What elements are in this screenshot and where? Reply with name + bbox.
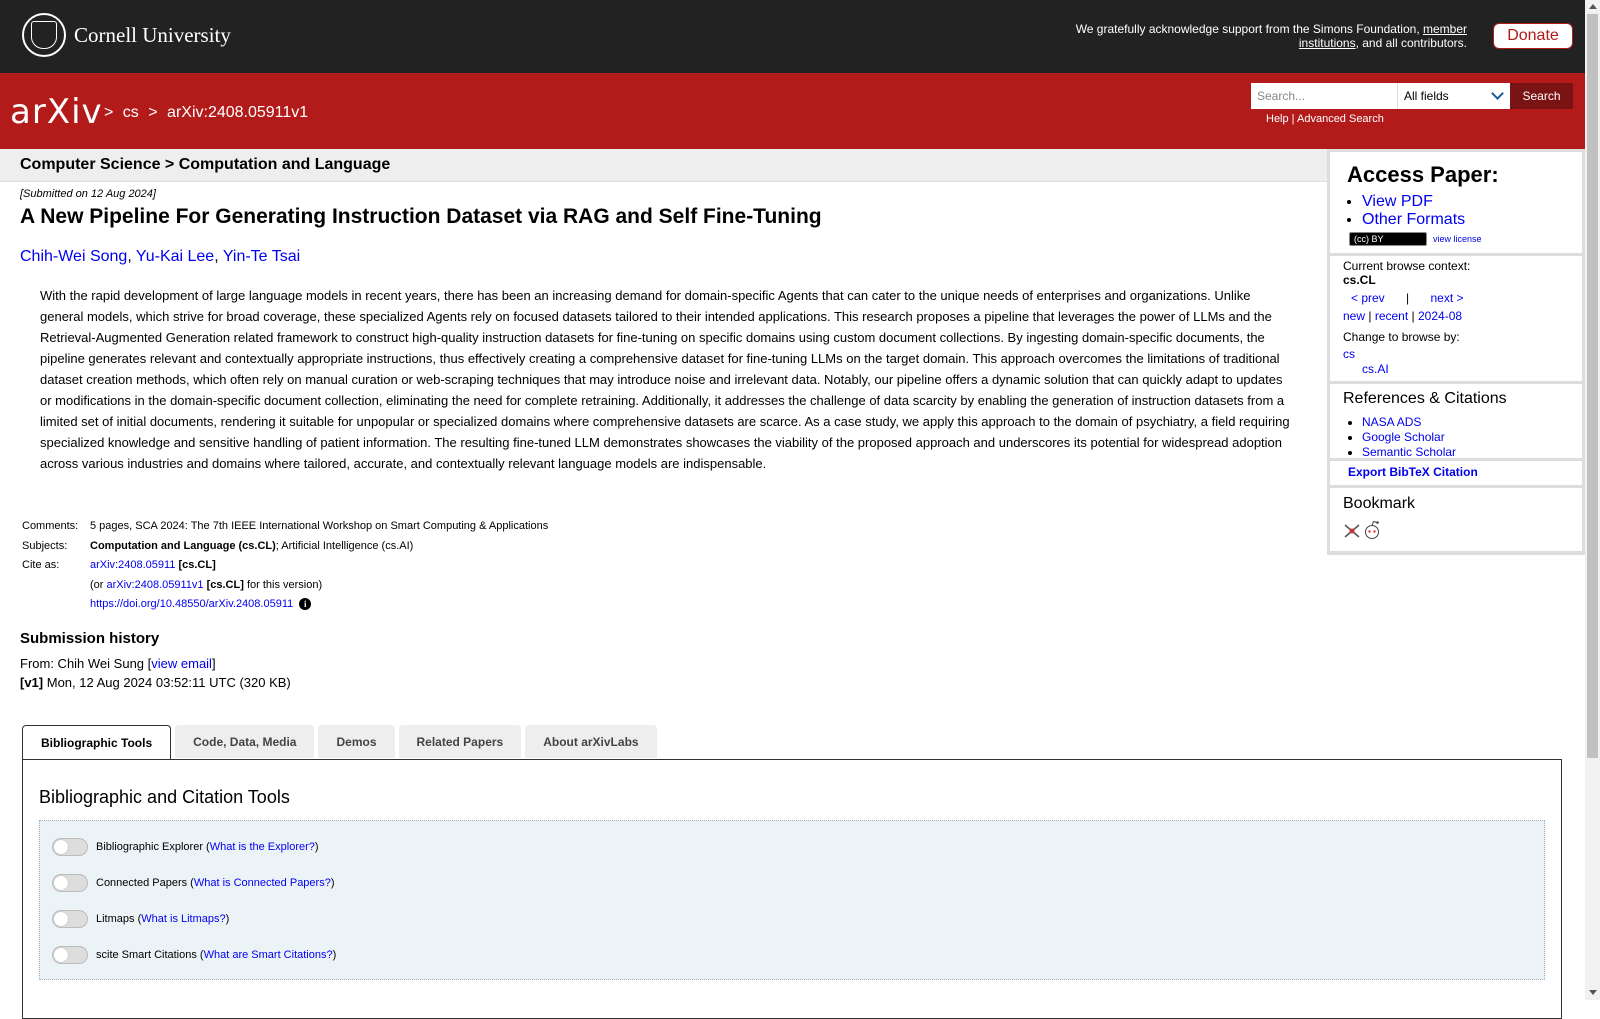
recent-link[interactable]: recent [1375, 309, 1408, 323]
arxiv-logo[interactable]: arXiv [10, 92, 103, 132]
browse-context: cs.CL [1343, 273, 1376, 287]
cite-link[interactable]: arXiv:2408.05911 [90, 559, 175, 571]
author-link[interactable]: Yu-Kai Lee [136, 248, 214, 265]
category-header: Computer Science > Computation and Langu… [0, 149, 1327, 182]
new-link[interactable]: new [1343, 309, 1365, 323]
bibliographic-explorer-toggle[interactable] [52, 838, 88, 856]
other-formats-link[interactable]: Other Formats [1362, 211, 1465, 228]
submission-history: From: Chih Wei Sung [view email] [v1] Mo… [20, 656, 291, 690]
tool-info-link[interactable]: What is the Explorer? [210, 841, 315, 853]
tool-list: Bibliographic Explorer (What is the Expl… [39, 820, 1545, 980]
donate-button[interactable]: Donate [1493, 23, 1573, 49]
search-field-select[interactable]: All fields [1397, 83, 1510, 109]
author-list: Chih-Wei Song, Yu-Kai Lee, Yin-Te Tsai [20, 248, 301, 265]
acknowledgement: We gratefully acknowledge support from t… [1075, 22, 1467, 50]
comments-label: Comments: [22, 520, 79, 532]
refs-list: NASA ADS Google Scholar Semantic Scholar [1362, 415, 1456, 460]
subjects-value: Computation and Language (cs.CL); Artifi… [90, 539, 414, 552]
bookmark-box: Bookmark [1330, 488, 1582, 551]
view-license-link[interactable]: view license [1433, 234, 1482, 244]
cornell-logo[interactable]: Cornell University [22, 13, 231, 57]
help-links: Help | Advanced Search [1266, 113, 1384, 125]
tool-row: scite Smart Citations (What are Smart Ci… [52, 946, 336, 964]
tab-code-data-media[interactable]: Code, Data, Media [175, 725, 315, 758]
author-link[interactable]: Chih-Wei Song [20, 248, 127, 265]
doi: https://doi.org/10.48550/arXiv.2408.0591… [90, 598, 556, 618]
doi-link[interactable]: https://doi.org/10.48550/arXiv.2408.0591… [90, 598, 293, 610]
search-button[interactable]: Search [1510, 83, 1573, 109]
refs-heading: References & Citations [1343, 390, 1507, 407]
cornell-seal-icon [22, 13, 66, 57]
breadcrumb-paper-id: arXiv:2408.05911v1 [167, 104, 309, 121]
tool-info-link[interactable]: What is Connected Papers? [194, 877, 331, 889]
paper-title: A New Pipeline For Generating Instructio… [20, 205, 822, 228]
comments-value: 5 pages, SCA 2024: The 7th IEEE Internat… [90, 520, 549, 532]
references-box: References & Citations NASA ADS Google S… [1330, 384, 1582, 460]
tab-panel: Bibliographic and Citation Tools Bibliog… [22, 759, 1562, 1019]
scite-toggle[interactable] [52, 946, 88, 964]
connected-papers-toggle[interactable] [52, 874, 88, 892]
browse-context-label: Current browse context: [1343, 259, 1471, 273]
cite-version: (or arXiv:2408.05911v1 [cs.CL] for this … [90, 578, 323, 591]
metadata-table: Comments: 5 pages, SCA 2024: The 7th IEE… [22, 520, 556, 618]
nasa-ads-link[interactable]: NASA ADS [1362, 415, 1421, 429]
tab-demos[interactable]: Demos [318, 725, 395, 758]
tool-info-link[interactable]: What is Litmaps? [141, 913, 225, 925]
change-browse-label: Change to browse by: [1343, 330, 1460, 344]
litmaps-toggle[interactable] [52, 910, 88, 928]
tab-bibliographic-tools[interactable]: Bibliographic Tools [22, 725, 172, 760]
view-pdf-link[interactable]: View PDF [1362, 193, 1433, 210]
info-icon[interactable]: i [299, 598, 312, 610]
prev-link[interactable]: < prev [1351, 291, 1385, 305]
top-bar: Cornell University We gratefully acknowl… [0, 0, 1585, 73]
abstract: With the rapid development of large lang… [40, 288, 1290, 471]
access-paper-box: Access Paper: View PDF Other Formats (cc… [1330, 152, 1582, 253]
prev-next: < prev | next > [1351, 291, 1464, 305]
submission-history-heading: Submission history [20, 630, 160, 647]
export-bibtex-link[interactable]: Export BibTeX Citation [1348, 465, 1478, 479]
search-input[interactable]: Search... [1251, 83, 1397, 109]
tool-row: Bibliographic Explorer (What is the Expl… [52, 838, 319, 856]
browse-context-box: Current browse context: cs.CL < prev | n… [1330, 256, 1582, 381]
scroll-up-icon[interactable] [1589, 4, 1597, 9]
tab-related-papers[interactable]: Related Papers [398, 725, 522, 758]
browse-csai-link[interactable]: cs.AI [1362, 362, 1389, 376]
scrollbar-thumb[interactable] [1587, 14, 1598, 758]
tool-info-link[interactable]: What are Smart Citations? [204, 949, 333, 961]
next-link[interactable]: next > [1431, 291, 1464, 305]
browse-cs-link[interactable]: cs [1343, 347, 1355, 361]
bibsonomy-icon[interactable] [1343, 523, 1361, 539]
tool-row: Connected Papers (What is Connected Pape… [52, 874, 335, 892]
cite-value: arXiv:2408.05911 [cs.CL] [90, 559, 216, 571]
access-list: View PDF Other Formats [1362, 193, 1465, 229]
month-link[interactable]: 2024-08 [1418, 309, 1462, 323]
view-email-link[interactable]: view email [151, 656, 212, 671]
license: (cc) BY view license [1349, 232, 1482, 246]
panel-title: Bibliographic and Citation Tools [39, 787, 290, 807]
cite-label: Cite as: [22, 559, 60, 571]
advanced-search-link[interactable]: Advanced Search [1297, 113, 1384, 125]
google-scholar-link[interactable]: Google Scholar [1362, 430, 1445, 444]
reddit-icon[interactable] [1362, 520, 1382, 540]
submission-date: [Submitted on 12 Aug 2024] [20, 188, 156, 200]
breadcrumb: > cs > arXiv:2408.05911v1 [104, 104, 309, 121]
browse-links: new | recent | 2024-08 [1343, 309, 1463, 323]
help-link[interactable]: Help [1266, 113, 1289, 125]
tab-about-arxivlabs[interactable]: About arXivLabs [525, 725, 657, 758]
scroll-down-icon[interactable] [1589, 990, 1597, 995]
semantic-scholar-link[interactable]: Semantic Scholar [1362, 445, 1456, 459]
access-heading: Access Paper: [1347, 162, 1499, 187]
bookmark-heading: Bookmark [1343, 495, 1416, 512]
tool-row: Litmaps (What is Litmaps?) [52, 910, 229, 928]
sidebar: Access Paper: View PDF Other Formats (cc… [1327, 149, 1585, 555]
breadcrumb-cs[interactable]: cs [123, 104, 139, 121]
subjects-label: Subjects: [22, 539, 68, 552]
institution-name: Cornell University [74, 22, 231, 47]
export-box: Export BibTeX Citation [1330, 461, 1582, 485]
labs-tabs: Bibliographic Tools Code, Data, Media De… [22, 725, 661, 760]
chevron-down-icon [1491, 87, 1504, 100]
cc-by-icon[interactable]: (cc) BY [1349, 232, 1427, 246]
author-link[interactable]: Yin-Te Tsai [223, 248, 300, 265]
cite-version-link[interactable]: arXiv:2408.05911v1 [107, 579, 204, 591]
